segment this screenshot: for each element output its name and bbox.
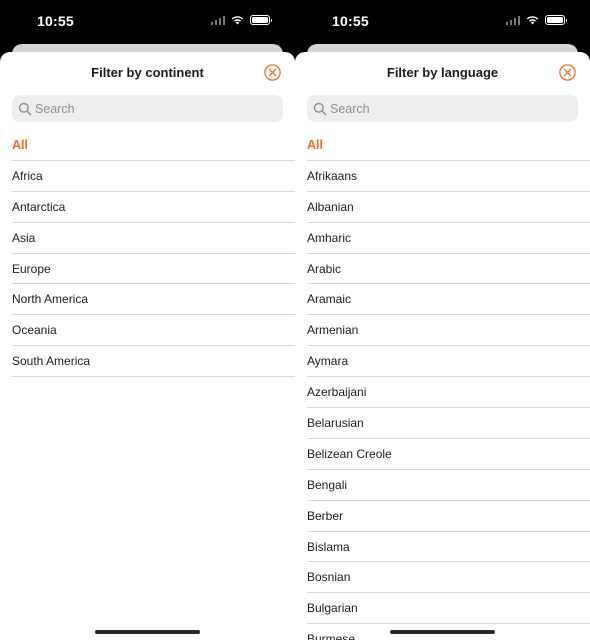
list-item-azerbaijani[interactable]: Azerbaijani — [307, 377, 590, 409]
sheet-title: Filter by language — [386, 65, 499, 80]
list-item-bislama[interactable]: Bislama — [307, 532, 590, 563]
search-input[interactable] — [35, 101, 255, 116]
list-item-aramaic[interactable]: Aramaic — [307, 284, 590, 316]
list-item-africa[interactable]: Africa — [12, 161, 295, 192]
search-icon — [313, 102, 327, 115]
status-bar: 10:55 — [0, 0, 295, 44]
battery-icon — [545, 15, 567, 25]
close-icon[interactable] — [264, 64, 281, 81]
close-icon[interactable] — [559, 64, 576, 81]
list-item-afrikaans[interactable]: Afrikaans — [307, 161, 590, 192]
list-item-asia[interactable]: Asia — [12, 223, 295, 254]
wifi-icon — [231, 16, 244, 25]
search-field[interactable] — [12, 95, 283, 122]
status-icons — [210, 15, 272, 25]
status-bar: 10:55 — [295, 0, 590, 44]
list-item-arabic[interactable]: Arabic — [307, 254, 590, 285]
list-item-south-america[interactable]: South America — [12, 346, 295, 378]
list-item-amharic[interactable]: Amharic — [307, 223, 590, 254]
list-item-berber[interactable]: Berber — [307, 501, 590, 532]
sheet-title: Filter by continent — [91, 65, 204, 80]
list-item-aymara[interactable]: Aymara — [307, 346, 590, 378]
wifi-icon — [526, 16, 539, 25]
language-list: All Afrikaans Albanian Amharic Arabic Ar… — [307, 130, 590, 640]
language-filter-screen: 10:55 Filter by language All Afr — [295, 0, 590, 640]
continent-filter-screen: 10:55 Filter by continent All Af — [0, 0, 295, 640]
search-icon — [18, 102, 32, 115]
list-item-all[interactable]: All — [307, 130, 590, 161]
battery-icon — [250, 15, 272, 25]
filter-sheet: Filter by language All Afrikaans Albania… — [295, 52, 590, 640]
list-item-all[interactable]: All — [12, 130, 295, 161]
cellular-signal-icon — [505, 15, 520, 25]
cellular-signal-icon — [210, 15, 225, 25]
list-item-bengali[interactable]: Bengali — [307, 470, 590, 501]
continent-list: All Africa Antarctica Asia Europe North … — [12, 130, 295, 378]
list-item-belarusian[interactable]: Belarusian — [307, 408, 590, 439]
search-input[interactable] — [330, 101, 550, 116]
list-item-oceania[interactable]: Oceania — [12, 315, 295, 347]
status-icons — [505, 15, 567, 25]
status-time: 10:55 — [37, 13, 74, 29]
home-indicator — [390, 630, 495, 634]
search-field[interactable] — [307, 95, 578, 122]
list-item-bosnian[interactable]: Bosnian — [307, 562, 590, 594]
list-item-bulgarian[interactable]: Bulgarian — [307, 593, 590, 625]
status-time: 10:55 — [332, 13, 369, 29]
list-item-antarctica[interactable]: Antarctica — [12, 192, 295, 223]
home-indicator — [95, 630, 200, 634]
list-item-europe[interactable]: Europe — [12, 254, 295, 285]
list-item-north-america[interactable]: North America — [12, 284, 295, 316]
list-item-belizean-creole[interactable]: Belizean Creole — [307, 439, 590, 470]
filter-sheet: Filter by continent All Africa Antarctic… — [0, 52, 295, 640]
list-item-albanian[interactable]: Albanian — [307, 192, 590, 223]
list-item-armenian[interactable]: Armenian — [307, 315, 590, 347]
